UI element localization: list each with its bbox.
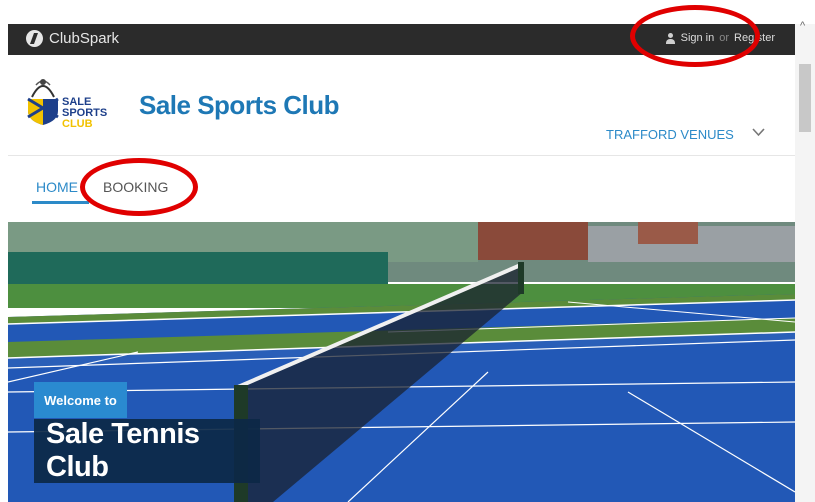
club-crest-icon [27, 79, 59, 125]
auth-links: Sign in or Register [665, 32, 775, 44]
main-nav: HOME BOOKING [8, 156, 795, 222]
nav-active-indicator [32, 201, 89, 204]
nav-item-home[interactable]: HOME [36, 179, 78, 195]
scroll-thumb[interactable] [799, 64, 811, 132]
trafford-venues-menu[interactable]: TRAFFORD VENUES [606, 127, 734, 142]
scroll-up-arrow-icon[interactable]: ^ [800, 20, 805, 32]
clubspark-logo-icon [26, 30, 43, 47]
site-header: SALE SPORTS CLUB Sale Sports Club TRAFFO… [8, 55, 795, 156]
clubspark-topbar: ClubSpark Sign in or Register [8, 24, 795, 55]
club-title-link[interactable]: Sale Sports Club [139, 90, 340, 121]
clubspark-brand-link[interactable]: ClubSpark [26, 30, 119, 47]
crest-wordmark: SALE SPORTS CLUB [62, 97, 107, 130]
brand-name: ClubSpark [49, 30, 120, 47]
sign-in-link[interactable]: Sign in [681, 32, 715, 44]
welcome-label: Welcome to [34, 382, 127, 418]
hero-banner: Welcome to Sale Tennis Club [8, 222, 795, 502]
auth-separator: or [719, 32, 730, 44]
crest-word-club: CLUB [62, 118, 93, 130]
browser-page: ClubSpark Sign in or Register SALE SPORT… [8, 24, 795, 502]
register-link[interactable]: Register [734, 32, 775, 44]
nav-item-booking[interactable]: BOOKING [103, 179, 168, 195]
chevron-down-icon[interactable] [752, 125, 765, 140]
user-icon [665, 32, 676, 44]
hero-title: Sale Tennis Club [34, 418, 260, 483]
page-scrollbar[interactable]: ^ [795, 20, 815, 502]
